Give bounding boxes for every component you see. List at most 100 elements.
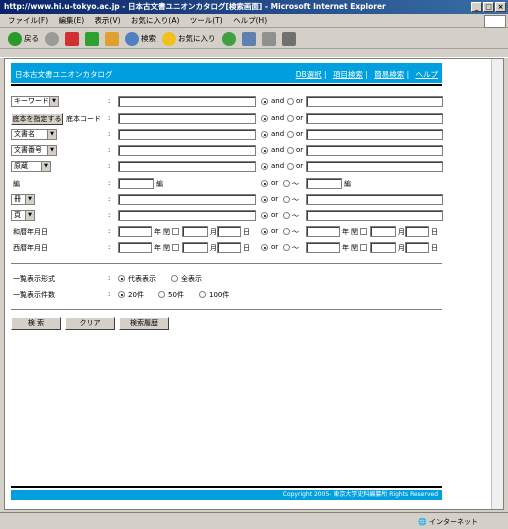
seireki-month-from[interactable] bbox=[182, 242, 208, 253]
link-field-search[interactable]: 項目検索 bbox=[333, 70, 363, 79]
seireki-leap-from-checkbox[interactable] bbox=[172, 244, 179, 251]
link-simple-search[interactable]: 簡易検索 bbox=[374, 70, 404, 79]
range-radio[interactable] bbox=[283, 180, 290, 187]
or-radio[interactable] bbox=[287, 98, 294, 105]
wareki-leap-from-checkbox[interactable] bbox=[172, 228, 179, 235]
count-50-radio[interactable] bbox=[158, 291, 165, 298]
seireki-month-to[interactable] bbox=[370, 242, 396, 253]
seireki-day-from[interactable] bbox=[217, 242, 241, 253]
or-radio[interactable] bbox=[287, 163, 294, 170]
format-all-radio[interactable] bbox=[171, 275, 178, 282]
page-footer: Copyright 2005- 東京大学史料編纂所 Rights Reserve… bbox=[11, 490, 442, 500]
favorites-button[interactable]: お気に入り bbox=[162, 31, 216, 46]
hen-from-input[interactable] bbox=[118, 178, 154, 189]
or-radio[interactable] bbox=[261, 212, 268, 219]
base-specify-button[interactable]: 底本を指定する bbox=[11, 113, 63, 125]
back-button[interactable]: 戻る bbox=[8, 31, 39, 46]
base-code-input-2[interactable] bbox=[306, 113, 443, 124]
chevron-down-icon: ▼ bbox=[25, 195, 34, 204]
seireki-year-to[interactable] bbox=[306, 242, 340, 253]
or-radio[interactable] bbox=[287, 147, 294, 154]
maximize-button[interactable]: □ bbox=[483, 2, 494, 12]
wareki-year-to[interactable] bbox=[306, 226, 340, 237]
stop-icon[interactable] bbox=[65, 31, 79, 46]
and-radio[interactable] bbox=[261, 115, 268, 122]
link-help[interactable]: ヘルプ bbox=[416, 70, 439, 79]
menu-tools[interactable]: ツール(T) bbox=[190, 16, 223, 25]
search-button[interactable]: 検索 bbox=[125, 31, 156, 46]
original-select[interactable]: 原蔵 ▼ bbox=[11, 161, 51, 172]
menu-favorites[interactable]: お気に入り(A) bbox=[131, 16, 179, 25]
keyword-input-2[interactable] bbox=[306, 96, 443, 107]
range-radio[interactable] bbox=[283, 196, 290, 203]
wareki-year-from[interactable] bbox=[118, 226, 152, 237]
wareki-day-from[interactable] bbox=[217, 226, 241, 237]
doc-name-input-2[interactable] bbox=[306, 129, 443, 140]
media-icon[interactable] bbox=[221, 31, 236, 46]
doc-name-input-1[interactable] bbox=[118, 129, 256, 140]
menu-edit[interactable]: 編集(E) bbox=[59, 16, 85, 25]
vertical-scrollbar[interactable] bbox=[491, 59, 503, 509]
original-input-1[interactable] bbox=[118, 161, 256, 172]
or-radio[interactable] bbox=[287, 115, 294, 122]
wareki-month-to[interactable] bbox=[370, 226, 396, 237]
menu-file[interactable]: ファイル(F) bbox=[8, 16, 48, 25]
search-history-button[interactable]: 検索履歴 bbox=[119, 317, 169, 330]
range-radio[interactable] bbox=[283, 212, 290, 219]
page-input-2[interactable] bbox=[306, 210, 443, 221]
doc-number-select[interactable]: 文書番号 ▼ bbox=[11, 145, 57, 156]
and-radio[interactable] bbox=[261, 98, 268, 105]
and-radio[interactable] bbox=[261, 163, 268, 170]
home-icon[interactable] bbox=[105, 31, 119, 46]
keyword-field-select[interactable]: キーワード ▼ bbox=[11, 96, 59, 107]
wareki-leap-to-checkbox[interactable] bbox=[360, 228, 367, 235]
doc-number-input-1[interactable] bbox=[118, 145, 256, 156]
page-select[interactable]: 頁 ▼ bbox=[11, 210, 35, 221]
doc-number-input-2[interactable] bbox=[306, 145, 443, 156]
satsu-input-1[interactable] bbox=[118, 194, 256, 205]
chevron-down-icon: ▼ bbox=[49, 97, 58, 106]
range-radio[interactable] bbox=[283, 244, 290, 251]
and-radio[interactable] bbox=[261, 147, 268, 154]
row-page: 頁 ▼ : or 〜 bbox=[11, 210, 443, 222]
seireki-leap-to-checkbox[interactable] bbox=[360, 244, 367, 251]
format-representative-radio[interactable] bbox=[118, 275, 125, 282]
count-20-radio[interactable] bbox=[118, 291, 125, 298]
row-satsu: 冊 ▼ : or 〜 bbox=[11, 194, 443, 206]
close-button[interactable]: × bbox=[495, 2, 506, 12]
page-input-1[interactable] bbox=[118, 210, 256, 221]
or-radio[interactable] bbox=[261, 228, 268, 235]
and-radio[interactable] bbox=[261, 131, 268, 138]
wareki-day-to[interactable] bbox=[405, 226, 429, 237]
search-submit-button[interactable]: 検 索 bbox=[11, 317, 61, 330]
original-input-2[interactable] bbox=[306, 161, 443, 172]
mail-icon[interactable] bbox=[241, 31, 256, 46]
keyword-input-1[interactable] bbox=[118, 96, 256, 107]
print-icon[interactable] bbox=[261, 31, 276, 46]
or-radio[interactable] bbox=[261, 244, 268, 251]
wareki-month-from[interactable] bbox=[182, 226, 208, 237]
row-doc-name: 文書名 ▼ : and or bbox=[11, 129, 443, 141]
doc-name-select[interactable]: 文書名 ▼ bbox=[11, 129, 57, 140]
refresh-icon[interactable] bbox=[85, 31, 99, 46]
link-db-select[interactable]: DB選択 bbox=[296, 70, 322, 79]
count-100-radio[interactable] bbox=[199, 291, 206, 298]
menu-help[interactable]: ヘルプ(H) bbox=[233, 16, 267, 25]
or-radio[interactable] bbox=[261, 196, 268, 203]
menu-bar: ファイル(F) 編集(E) 表示(V) お気に入り(A) ツール(T) ヘルプ(… bbox=[0, 14, 508, 28]
base-code-input-1[interactable] bbox=[118, 113, 256, 124]
satsu-select[interactable]: 冊 ▼ bbox=[11, 194, 35, 205]
seireki-year-from[interactable] bbox=[118, 242, 152, 253]
minimize-button[interactable]: _ bbox=[471, 2, 482, 12]
satsu-input-2[interactable] bbox=[306, 194, 443, 205]
edit-icon[interactable] bbox=[281, 31, 296, 46]
menu-view[interactable]: 表示(V) bbox=[95, 16, 121, 25]
hen-to-input[interactable] bbox=[306, 178, 342, 189]
clear-button[interactable]: クリア bbox=[65, 317, 115, 330]
row-action-buttons: 検 索 クリア 検索履歴 bbox=[11, 317, 442, 331]
seireki-day-to[interactable] bbox=[405, 242, 429, 253]
or-radio[interactable] bbox=[261, 180, 268, 187]
forward-arrow-icon[interactable] bbox=[45, 31, 59, 46]
range-radio[interactable] bbox=[283, 228, 290, 235]
or-radio[interactable] bbox=[287, 131, 294, 138]
